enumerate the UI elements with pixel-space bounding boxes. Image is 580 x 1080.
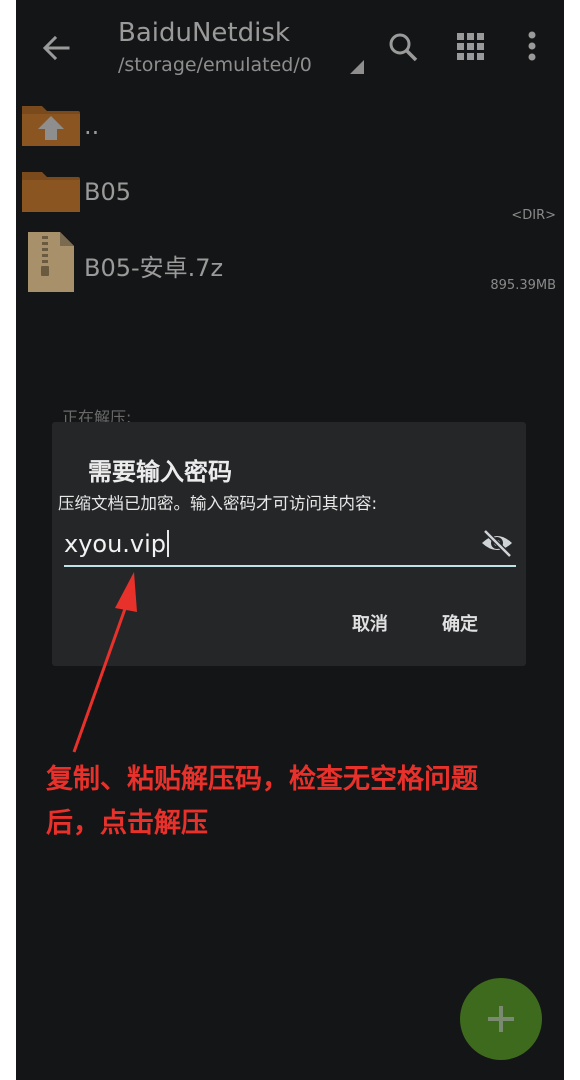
grid-icon bbox=[457, 33, 484, 60]
file-meta: <DIR> bbox=[511, 208, 556, 223]
more-options-button[interactable] bbox=[522, 28, 542, 64]
back-button[interactable] bbox=[38, 30, 74, 66]
file-name: .. bbox=[84, 112, 100, 140]
app-title: BaiduNetdisk bbox=[118, 18, 290, 48]
eye-off-icon bbox=[482, 529, 512, 558]
annotation-text: 复制、粘贴解压码，检查无空格问题 后，点击解压 bbox=[46, 758, 546, 846]
file-meta: 895.39MB bbox=[490, 278, 556, 293]
dialog-message: 压缩文档已加密。输入密码才可访问其内容: bbox=[58, 494, 378, 513]
cancel-button[interactable]: 取消 bbox=[352, 610, 388, 636]
more-vert-icon bbox=[528, 31, 536, 61]
text-caret bbox=[167, 530, 170, 557]
search-button[interactable] bbox=[386, 30, 420, 64]
folder-icon bbox=[22, 172, 80, 212]
file-row-archive[interactable]: B05-安卓.7z 895.39MB bbox=[16, 226, 564, 298]
file-row-folder[interactable]: B05 <DIR> bbox=[16, 164, 564, 230]
path-dropdown-icon[interactable] bbox=[348, 58, 364, 74]
file-name: B05 bbox=[84, 178, 132, 206]
toggle-visibility-button[interactable] bbox=[480, 528, 514, 558]
password-value: xyou.vip bbox=[64, 530, 167, 558]
archive-icon bbox=[28, 232, 74, 292]
phone-screen: BaiduNetdisk /storage/emulated/0 .. B05 … bbox=[16, 0, 564, 1080]
grid-view-button[interactable] bbox=[454, 30, 488, 64]
folder-up-icon bbox=[22, 106, 80, 146]
password-underline bbox=[64, 565, 516, 567]
back-arrow-icon bbox=[42, 35, 70, 61]
add-fab-button[interactable] bbox=[460, 978, 542, 1060]
app-bar: BaiduNetdisk /storage/emulated/0 bbox=[16, 0, 564, 96]
file-row-parent[interactable]: .. bbox=[16, 96, 564, 158]
password-input[interactable]: xyou.vip bbox=[64, 526, 484, 562]
dialog-title: 需要输入密码 bbox=[88, 458, 232, 486]
plus-icon bbox=[488, 1006, 514, 1032]
password-dialog: 需要输入密码 压缩文档已加密。输入密码才可访问其内容: xyou.vip 取消 … bbox=[52, 422, 526, 666]
annotation-line-2: 后，点击解压 bbox=[46, 808, 208, 839]
current-path[interactable]: /storage/emulated/0 bbox=[118, 54, 312, 76]
search-icon bbox=[389, 33, 418, 62]
annotation-line-1: 复制、粘贴解压码，检查无空格问题 bbox=[46, 764, 478, 795]
file-name: B05-安卓.7z bbox=[84, 254, 224, 282]
ok-button[interactable]: 确定 bbox=[442, 610, 478, 636]
